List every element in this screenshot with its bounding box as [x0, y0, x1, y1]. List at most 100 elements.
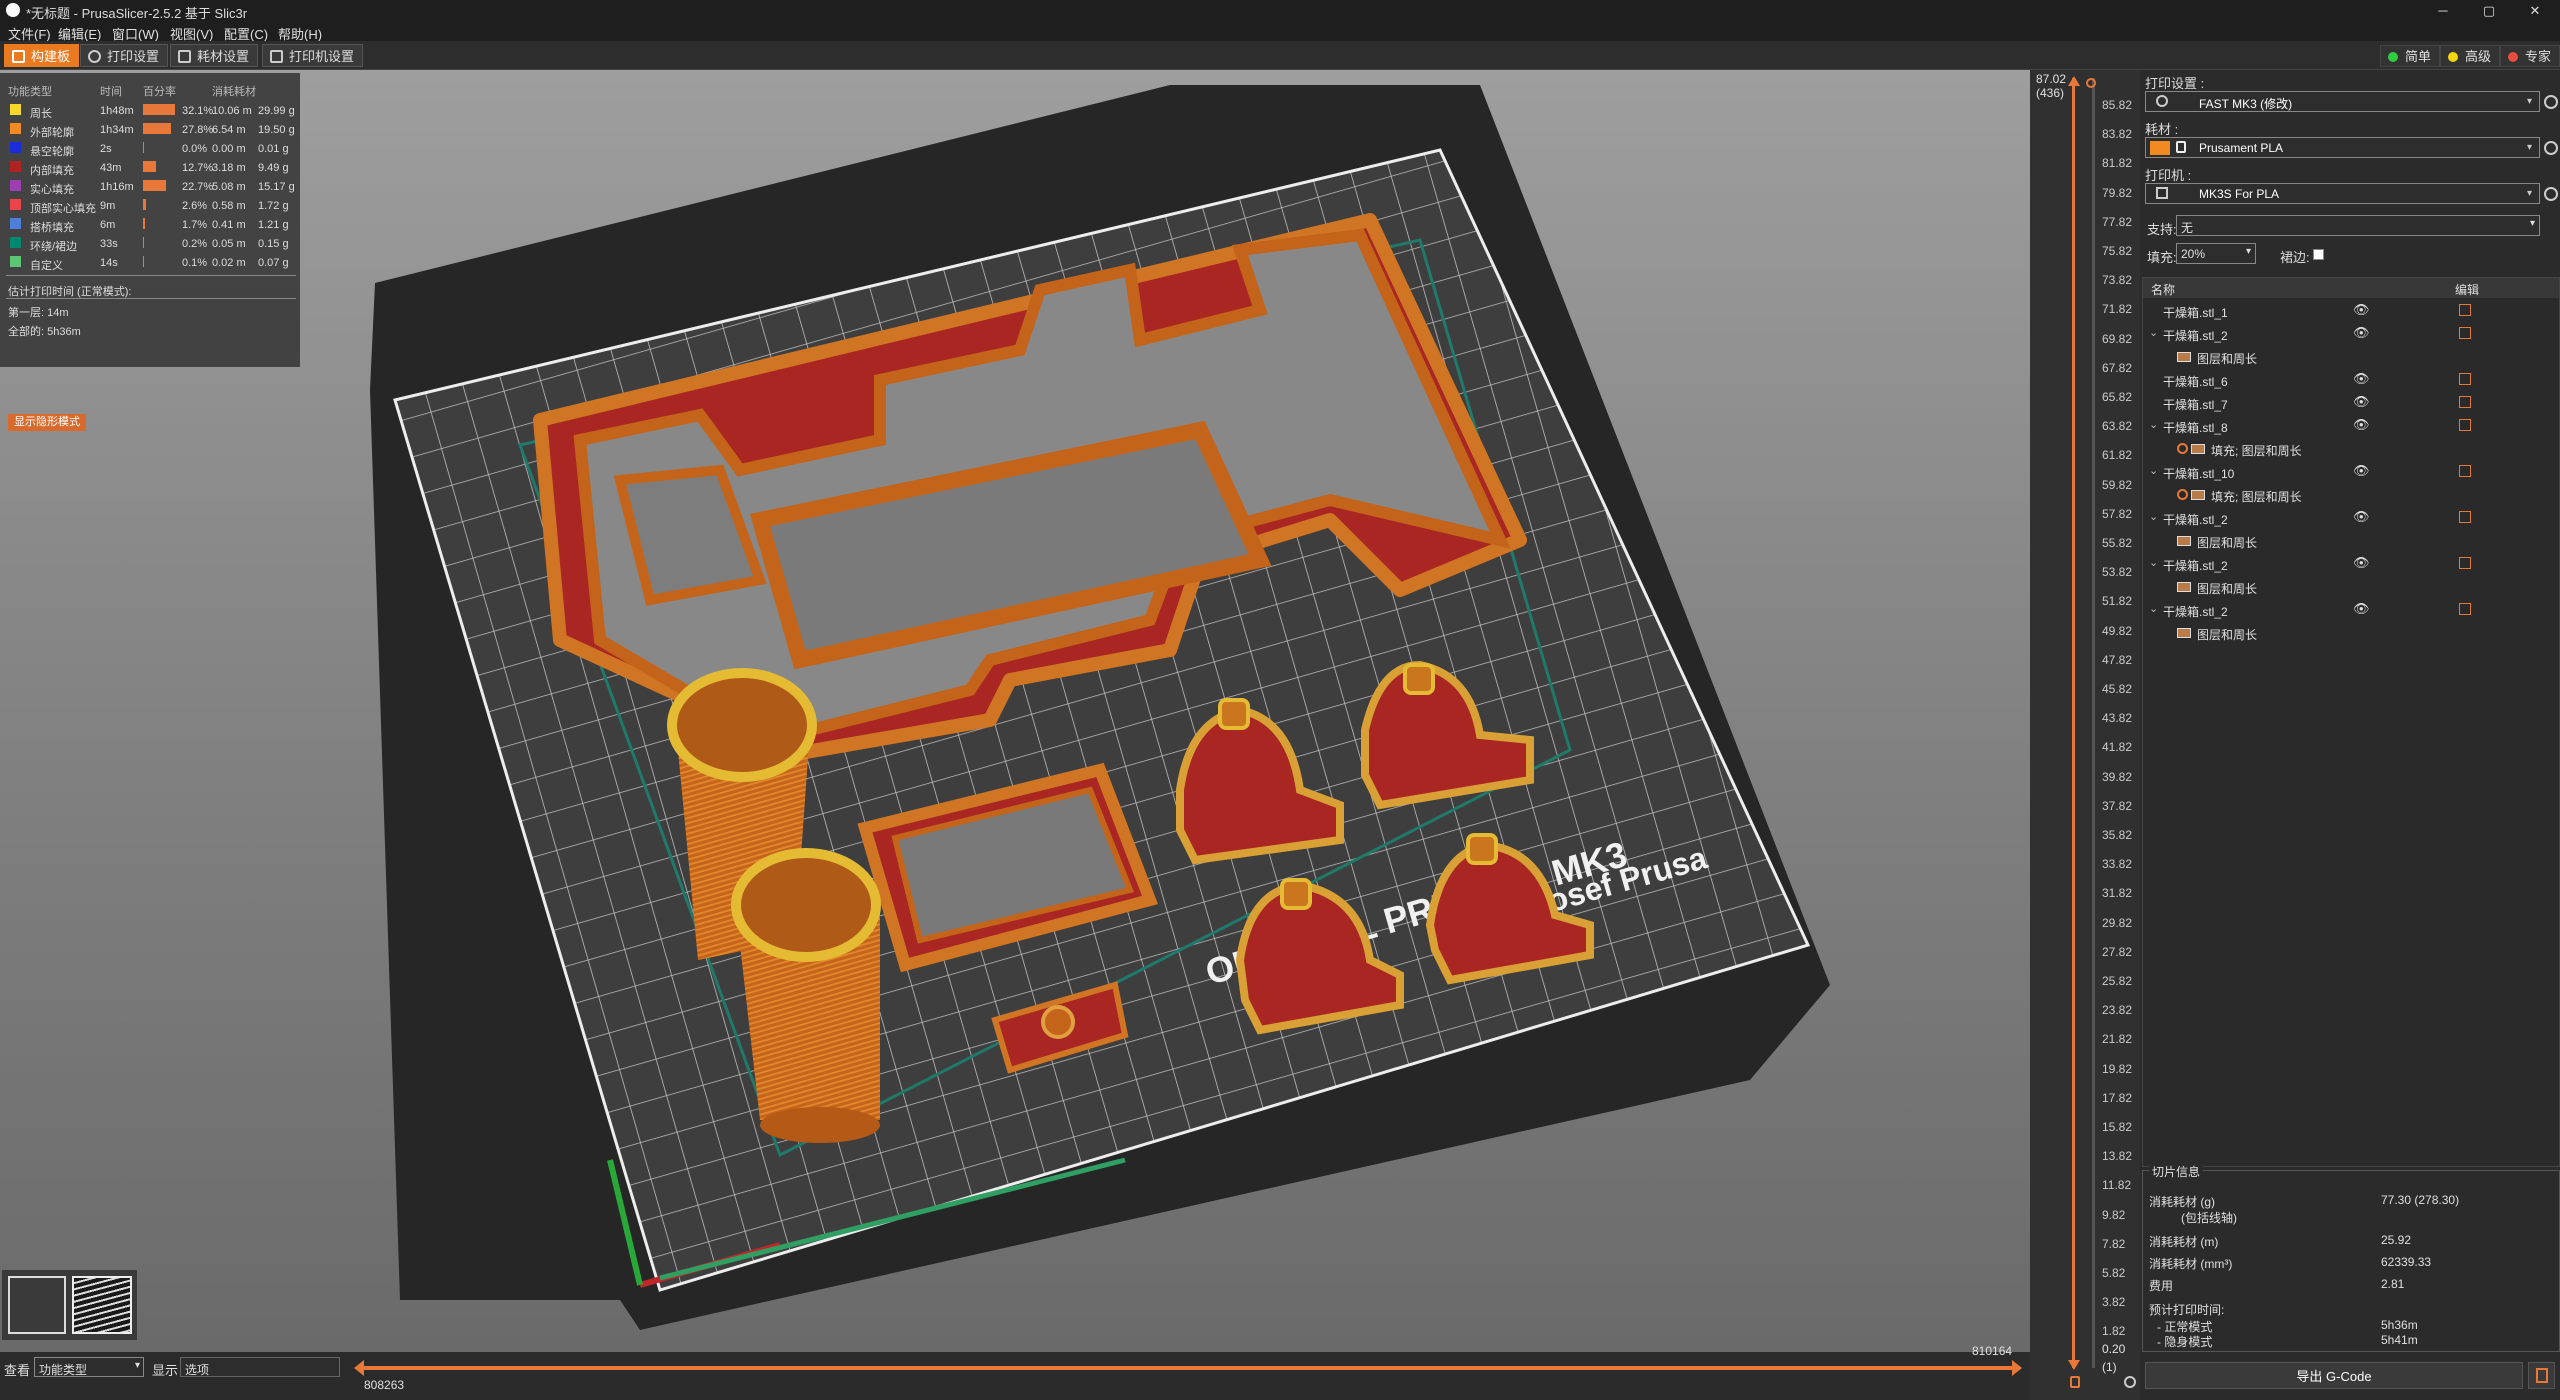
object-row[interactable]: 干燥箱.stl_7 👁	[2143, 392, 2559, 414]
3d-viewport[interactable]: ORIGINAL PRUSA i3 MK3 by Josef Prusa	[0, 70, 2030, 1352]
hslider-left-handle[interactable]	[354, 1360, 364, 1376]
edit-icon[interactable]	[2459, 465, 2471, 477]
horizontal-slider-track[interactable]	[360, 1366, 2020, 1370]
object-settings-row[interactable]: 填充; 图层和周长	[2143, 438, 2559, 460]
legend-row[interactable]: 悬空轮廓 2s 0.0% 0.00 m 0.01 g	[0, 139, 300, 158]
tab-label: 打印设置	[107, 49, 160, 64]
legend-header-time: 时间	[100, 86, 122, 98]
filament-color-swatch[interactable]	[2150, 141, 2170, 155]
eye-icon[interactable]: 👁	[2353, 418, 2370, 432]
object-row[interactable]: ⌄ 干燥箱.stl_10 👁	[2143, 461, 2559, 483]
close-button[interactable]: ✕	[2512, 0, 2558, 21]
minimize-button[interactable]: ─	[2420, 0, 2466, 21]
legend-percent-bar	[143, 104, 175, 115]
export-gcode-button[interactable]: 导出 G-Code	[2145, 1362, 2523, 1389]
eye-icon[interactable]: 👁	[2353, 556, 2370, 570]
legend-length: 0.00 m	[212, 143, 246, 155]
legend-row[interactable]: 顶部实心填充 9m 2.6% 0.58 m 1.72 g	[0, 196, 300, 215]
legend-row[interactable]: 环绕/裙边 33s 0.2% 0.05 m 0.15 g	[0, 234, 300, 253]
mode-expert-button[interactable]: 专家	[2500, 45, 2560, 67]
eye-icon[interactable]: 👁	[2353, 372, 2370, 386]
print-preset-select[interactable]: FAST MK3 (修改) ▾	[2145, 91, 2540, 112]
mode-advanced-button[interactable]: 高级	[2440, 45, 2501, 67]
app-logo-icon	[6, 3, 20, 17]
object-row[interactable]: 干燥箱.stl_6 👁	[2143, 369, 2559, 391]
slice-info-panel: 切片信息 消耗耗材 (g) 77.30 (278.30) (包括线轴) 消耗耗材…	[2142, 1163, 2560, 1352]
legend-row[interactable]: 外部轮廓 1h34m 27.8% 6.54 m 19.50 g	[0, 120, 300, 139]
eye-icon[interactable]: 👁	[2353, 303, 2370, 317]
layer-bottom-handle[interactable]	[2068, 1360, 2080, 1370]
hslider-left-value: 808263	[364, 1378, 405, 1392]
layer-slider-track[interactable]	[2072, 78, 2075, 1368]
infill-select[interactable]: 20% ▾	[2176, 243, 2256, 264]
print-preset-gear-icon[interactable]	[2544, 95, 2558, 109]
legend-length: 0.02 m	[212, 257, 246, 269]
filament-weight-label: 消耗耗材 (g)	[2149, 1195, 2216, 1209]
send-to-printer-button[interactable]	[2528, 1362, 2555, 1389]
legend-row[interactable]: 搭桥填充 6m 1.7% 0.41 m 1.21 g	[0, 215, 300, 234]
object-row[interactable]: ⌄ 干燥箱.stl_2 👁	[2143, 553, 2559, 575]
settings-gear-icon[interactable]	[2124, 1376, 2136, 1388]
lock-icon[interactable]	[2070, 1376, 2080, 1388]
view-type-select[interactable]: 功能类型 ▾	[34, 1357, 144, 1377]
layer-top-handle[interactable]	[2068, 76, 2080, 86]
chevron-down-icon[interactable]: ⌄	[2149, 326, 2158, 339]
tab-filament-settings[interactable]: 耗材设置	[170, 44, 259, 67]
preview-view-icon[interactable]	[72, 1276, 132, 1334]
filament-preset-select[interactable]: Prusament PLA ▾	[2145, 137, 2540, 158]
show-options-select[interactable]: 选项	[180, 1357, 340, 1377]
chevron-down-icon[interactable]: ⌄	[2149, 464, 2158, 477]
printer-preset-gear-icon[interactable]	[2544, 187, 2558, 201]
edit-icon[interactable]	[2459, 603, 2471, 615]
edit-icon[interactable]	[2459, 327, 2471, 339]
filament-preset-gear-icon[interactable]	[2544, 141, 2558, 155]
printer-preset-select[interactable]: MK3S For PLA ▾	[2145, 183, 2540, 204]
edit-icon[interactable]	[2459, 557, 2471, 569]
support-select[interactable]: 无 ▾	[2176, 215, 2540, 236]
edit-icon[interactable]	[2459, 396, 2471, 408]
object-row[interactable]: ⌄ 干燥箱.stl_2 👁	[2143, 507, 2559, 529]
edit-icon[interactable]	[2459, 373, 2471, 385]
show-stealth-mode-button[interactable]: 显示隐形模式	[8, 414, 86, 431]
object-name: 干燥箱.stl_1	[2163, 306, 2228, 320]
legend-color-swatch	[10, 180, 21, 191]
object-row[interactable]: ⌄ 干燥箱.stl_2 👁	[2143, 599, 2559, 621]
edit-icon[interactable]	[2459, 304, 2471, 316]
legend-row[interactable]: 内部填充 43m 12.7% 3.18 m 9.49 g	[0, 158, 300, 177]
object-row[interactable]: 干燥箱.stl_1 👁	[2143, 300, 2559, 322]
maximize-button[interactable]: ▢	[2466, 0, 2512, 21]
3d-view-icon[interactable]	[8, 1276, 66, 1334]
object-settings-row[interactable]: 填充; 图层和周长	[2143, 484, 2559, 506]
object-settings-row[interactable]: 图层和周长	[2143, 346, 2559, 368]
hslider-right-handle[interactable]	[2012, 1360, 2022, 1376]
tab-bar: 构建板 打印设置 耗材设置 打印机设置 简单 高级 专家	[0, 41, 2560, 70]
chevron-down-icon[interactable]: ⌄	[2149, 602, 2158, 615]
chevron-down-icon[interactable]: ⌄	[2149, 510, 2158, 523]
object-settings-row[interactable]: 图层和周长	[2143, 576, 2559, 598]
eye-icon[interactable]: 👁	[2353, 510, 2370, 524]
add-color-change-icon[interactable]	[2086, 78, 2096, 88]
chevron-down-icon[interactable]: ⌄	[2149, 418, 2158, 431]
brim-checkbox[interactable]	[2313, 249, 2324, 260]
legend-row[interactable]: 实心填充 1h16m 22.7% 5.08 m 15.17 g	[0, 177, 300, 196]
object-list[interactable]: 名称 编辑 干燥箱.stl_1 👁 ⌄ 干燥箱.stl_2 👁 图层和周长 干燥箱.stl_…	[2142, 277, 2560, 1167]
eye-icon[interactable]: 👁	[2353, 602, 2370, 616]
object-settings-row[interactable]: 图层和周长	[2143, 530, 2559, 552]
edit-icon[interactable]	[2459, 511, 2471, 523]
sd-card-icon	[2536, 1368, 2548, 1383]
eye-icon[interactable]: 👁	[2353, 395, 2370, 409]
tab-print-settings[interactable]: 打印设置	[80, 44, 169, 67]
edit-icon[interactable]	[2459, 419, 2471, 431]
eye-icon[interactable]: 👁	[2353, 464, 2370, 478]
chevron-down-icon[interactable]: ⌄	[2149, 556, 2158, 569]
legend-row[interactable]: 自定义 14s 0.1% 0.02 m 0.07 g	[0, 253, 300, 272]
object-settings-row[interactable]: 图层和周长	[2143, 622, 2559, 644]
tab-printer-settings[interactable]: 打印机设置	[262, 44, 364, 67]
object-row[interactable]: ⌄ 干燥箱.stl_2 👁	[2143, 323, 2559, 345]
tab-plater[interactable]: 构建板	[4, 44, 80, 67]
eye-icon[interactable]: 👁	[2353, 326, 2370, 340]
legend-row[interactable]: 周长 1h48m 32.1% 10.06 m 29.99 g	[0, 101, 300, 120]
object-row[interactable]: ⌄ 干燥箱.stl_8 👁	[2143, 415, 2559, 437]
settings-gear-icon	[2177, 489, 2188, 500]
mode-simple-button[interactable]: 简单	[2380, 45, 2441, 67]
